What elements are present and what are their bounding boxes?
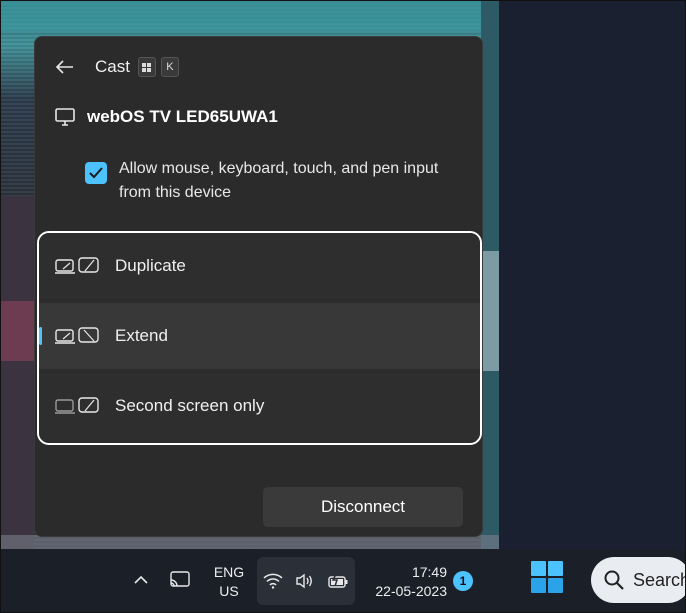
cast-header: Cast K [55,57,179,77]
cast-title: Cast [95,57,130,76]
language-indicator[interactable]: ENG US [207,563,251,601]
disconnect-button[interactable]: Disconnect [263,487,463,527]
region-code: US [219,583,239,599]
wifi-icon [263,573,283,589]
allow-input-option: Allow mouse, keyboard, touch, and pen in… [85,157,439,205]
duplicate-icon [55,257,99,274]
checkmark-icon [89,167,103,179]
language-code: ENG [213,564,245,580]
windows-key-icon [137,57,156,77]
back-arrow-icon[interactable] [55,57,75,77]
search-label: Search [633,569,686,590]
cast-panel: Cast K webOS TV LED65UWA1 Allow mouse, k… [34,36,483,537]
allow-input-checkbox[interactable] [85,162,107,184]
taskbar-search[interactable]: Search [591,557,686,603]
screenshot-frame: Cast K webOS TV LED65UWA1 Allow mouse, k… [0,0,686,613]
notification-badge[interactable]: 1 [453,571,473,591]
volume-icon [296,573,312,589]
second-screen-icon [55,397,99,414]
mode-second-screen-label: Second screen only [115,396,265,415]
projection-mode-list: Duplicate Extend Second screen only [37,231,482,445]
mode-duplicate-label: Duplicate [115,256,186,275]
cast-icon[interactable] [169,571,191,589]
search-icon [604,570,624,590]
shortcut-key-k: K [160,57,179,77]
mode-second-screen-only[interactable]: Second screen only [39,373,480,439]
device-row: webOS TV LED65UWA1 [55,107,278,127]
clock-date: 22-05-2023 [375,583,447,599]
taskbar: ENG US 17:49 22-05-2023 1 Search [1,549,686,612]
desktop-dark-area [499,1,685,549]
system-clock[interactable]: 17:49 22-05-2023 [363,563,447,601]
extend-icon [55,327,99,344]
mode-duplicate[interactable]: Duplicate [39,233,480,299]
chevron-up-icon[interactable] [131,567,151,591]
selected-indicator [39,327,42,345]
mode-extend-label: Extend [115,326,168,345]
battery-charging-icon [328,573,348,588]
monitor-icon [55,108,75,126]
mode-extend[interactable]: Extend [39,303,480,369]
windows-start-icon[interactable] [529,559,565,595]
quick-settings-tray[interactable] [257,557,355,605]
allow-input-label: Allow mouse, keyboard, touch, and pen in… [119,160,439,201]
device-name: webOS TV LED65UWA1 [87,107,278,126]
clock-time: 17:49 [411,564,447,580]
